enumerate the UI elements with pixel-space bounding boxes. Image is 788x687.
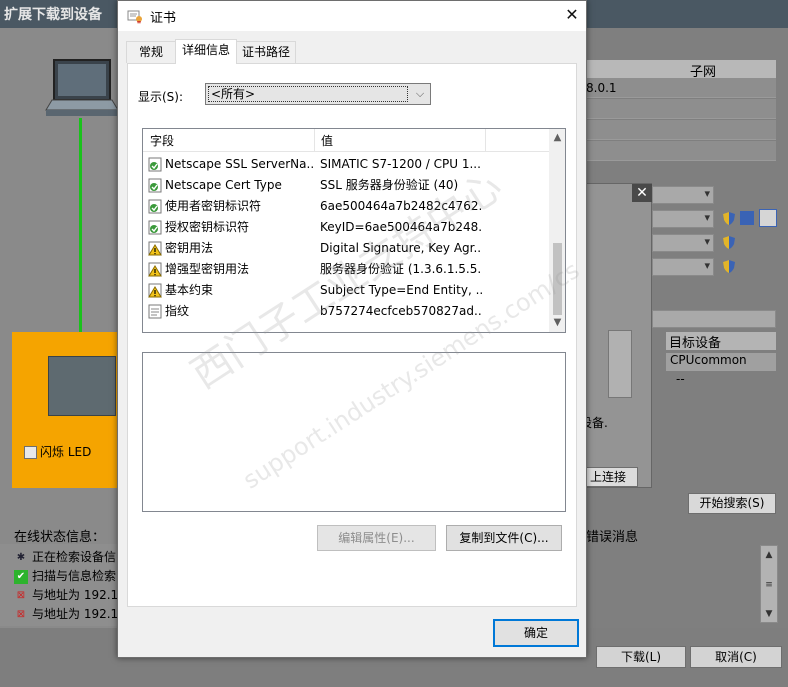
subnet-table-header: [586, 60, 776, 78]
pg-pc-laptop-icon: [45, 59, 119, 116]
connect-button[interactable]: 上连接: [578, 467, 638, 487]
show-label: 显示(S):: [138, 90, 184, 104]
error-message-heading: 错误消息: [586, 530, 639, 545]
list-header: 字段 值: [143, 129, 549, 152]
target-device-cell[interactable]: --: [666, 372, 776, 390]
green-check-icon: ✔: [14, 569, 28, 584]
flash-led-check-icon[interactable]: [24, 446, 37, 459]
status-line: ⊠ 与地址为 192.1: [14, 586, 118, 603]
plc-device-icon[interactable]: [48, 356, 116, 416]
show-dropdown[interactable]: <所有> ⌵: [205, 83, 431, 105]
cancel-button[interactable]: 取消(C): [690, 646, 782, 668]
gateway-dropdown[interactable]: [652, 258, 714, 276]
scroll-up-icon[interactable]: ▲: [762, 548, 776, 562]
flash-led-label: 闪烁 LED: [40, 445, 92, 459]
cert-field-icon: [148, 220, 162, 235]
scroll-down-icon[interactable]: ▼: [549, 315, 565, 331]
connection-dropdown[interactable]: [652, 234, 714, 252]
dialog-title: 证书: [150, 11, 177, 26]
shield-icon: [723, 212, 735, 225]
table-row: [586, 141, 776, 161]
field-name: Netscape SSL ServerNa...: [165, 157, 315, 171]
connection-error-icon: ⊠: [16, 608, 26, 620]
background-window-title: 扩展下载到设备: [4, 7, 102, 23]
pg-pc-interface-dropdown[interactable]: [652, 186, 714, 204]
flash-led-checkbox[interactable]: 闪烁 LED: [24, 443, 91, 460]
chevron-down-icon: ⌵: [415, 87, 425, 100]
show-dropdown-value: <所有>: [208, 86, 408, 102]
list-scrollbar[interactable]: ▲ ▼: [549, 129, 565, 332]
cert-field-icon: [148, 178, 162, 193]
network-connection-line: [79, 118, 82, 336]
tab-details[interactable]: 详细信息: [175, 39, 237, 64]
tab-certification-path[interactable]: 证书路径: [236, 41, 296, 63]
status-line: ✱ 正在检索设备信: [14, 548, 116, 565]
cert-field-icon: [148, 157, 162, 172]
copy-to-file-button[interactable]: 复制到文件(C)...: [446, 525, 562, 551]
tab-general[interactable]: 常规: [126, 41, 176, 63]
online-status-heading: 在线状态信息：: [14, 530, 106, 545]
download-button[interactable]: 下载(L): [596, 646, 686, 668]
searching-icon: ✱: [16, 551, 26, 563]
cert-property-icon: [148, 304, 162, 319]
field-name: 授权密钥标识符: [165, 220, 250, 234]
table-row: [586, 99, 776, 119]
table-row: [586, 120, 776, 140]
interface-type-dropdown[interactable]: [652, 210, 714, 228]
interface-list[interactable]: [608, 330, 632, 398]
field-column-header[interactable]: 字段: [150, 132, 174, 149]
list-item[interactable]: 授权密钥标识符 KeyID=6ae500464a7b248...: [143, 217, 549, 238]
shield-icon: [723, 260, 735, 273]
certificate-icon: [127, 10, 142, 24]
network-properties-icon[interactable]: [740, 211, 754, 225]
scroll-list-icon[interactable]: ≡: [762, 578, 776, 592]
shield-icon: [723, 236, 735, 249]
scroll-up-icon[interactable]: ▲: [549, 130, 565, 146]
certificate-dialog: 证书 ✕ 常规 详细信息 证书路径 显示(S): <所有> ⌵ 字段 值 Net…: [117, 0, 587, 658]
field-name: 密钥用法: [165, 241, 214, 255]
target-device-header: 目标设备: [666, 332, 776, 351]
value-column-header[interactable]: 值: [321, 132, 333, 149]
status-scrollbar[interactable]: ▲ ≡ ▼: [760, 545, 778, 623]
close-icon[interactable]: ✕: [561, 5, 583, 25]
close-icon[interactable]: ✕: [632, 184, 652, 202]
start-search-button[interactable]: 开始搜索(S): [688, 493, 776, 514]
edit-properties-button[interactable]: 编辑属性(E)...: [317, 525, 436, 551]
target-device-filter-dropdown[interactable]: [652, 310, 776, 328]
field-name: 使用者密钥标识符: [165, 199, 262, 213]
cert-field-icon: [148, 199, 162, 214]
diagnostics-icon[interactable]: [759, 209, 777, 227]
field-name: Netscape Cert Type: [165, 178, 282, 192]
column-divider[interactable]: [314, 129, 315, 151]
cert-warning-icon: [148, 241, 162, 256]
dialog-titlebar[interactable]: [118, 1, 586, 31]
scroll-down-icon[interactable]: ▼: [762, 607, 776, 621]
status-line: ✔ 扫描与信息检索: [14, 567, 116, 584]
cert-warning-icon: [148, 262, 162, 277]
column-divider[interactable]: [485, 129, 486, 151]
cert-warning-icon: [148, 283, 162, 298]
status-line: ⊠ 与地址为 192.1: [14, 605, 118, 622]
ok-button[interactable]: 确定: [493, 619, 579, 647]
connection-error-icon: ⊠: [16, 589, 26, 601]
target-device-cell[interactable]: CPUcommon: [666, 353, 776, 371]
ip-address-fragment: 8.0.1: [586, 81, 617, 95]
